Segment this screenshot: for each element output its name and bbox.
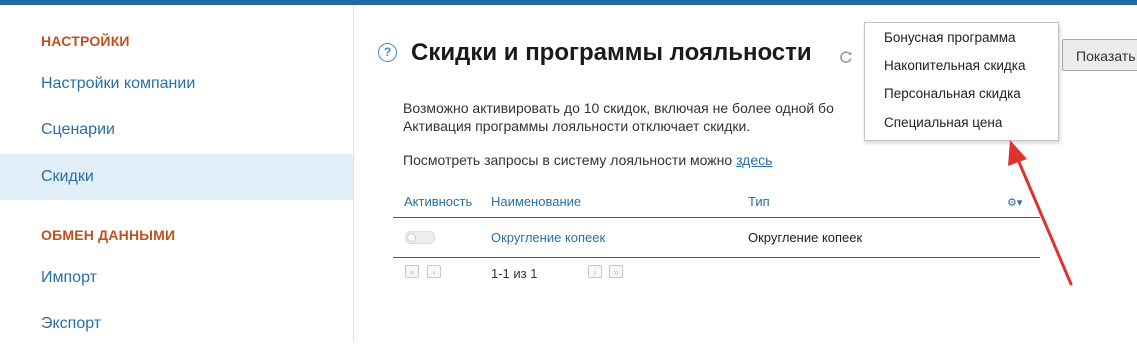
- annotation-arrow: [1008, 140, 1073, 286]
